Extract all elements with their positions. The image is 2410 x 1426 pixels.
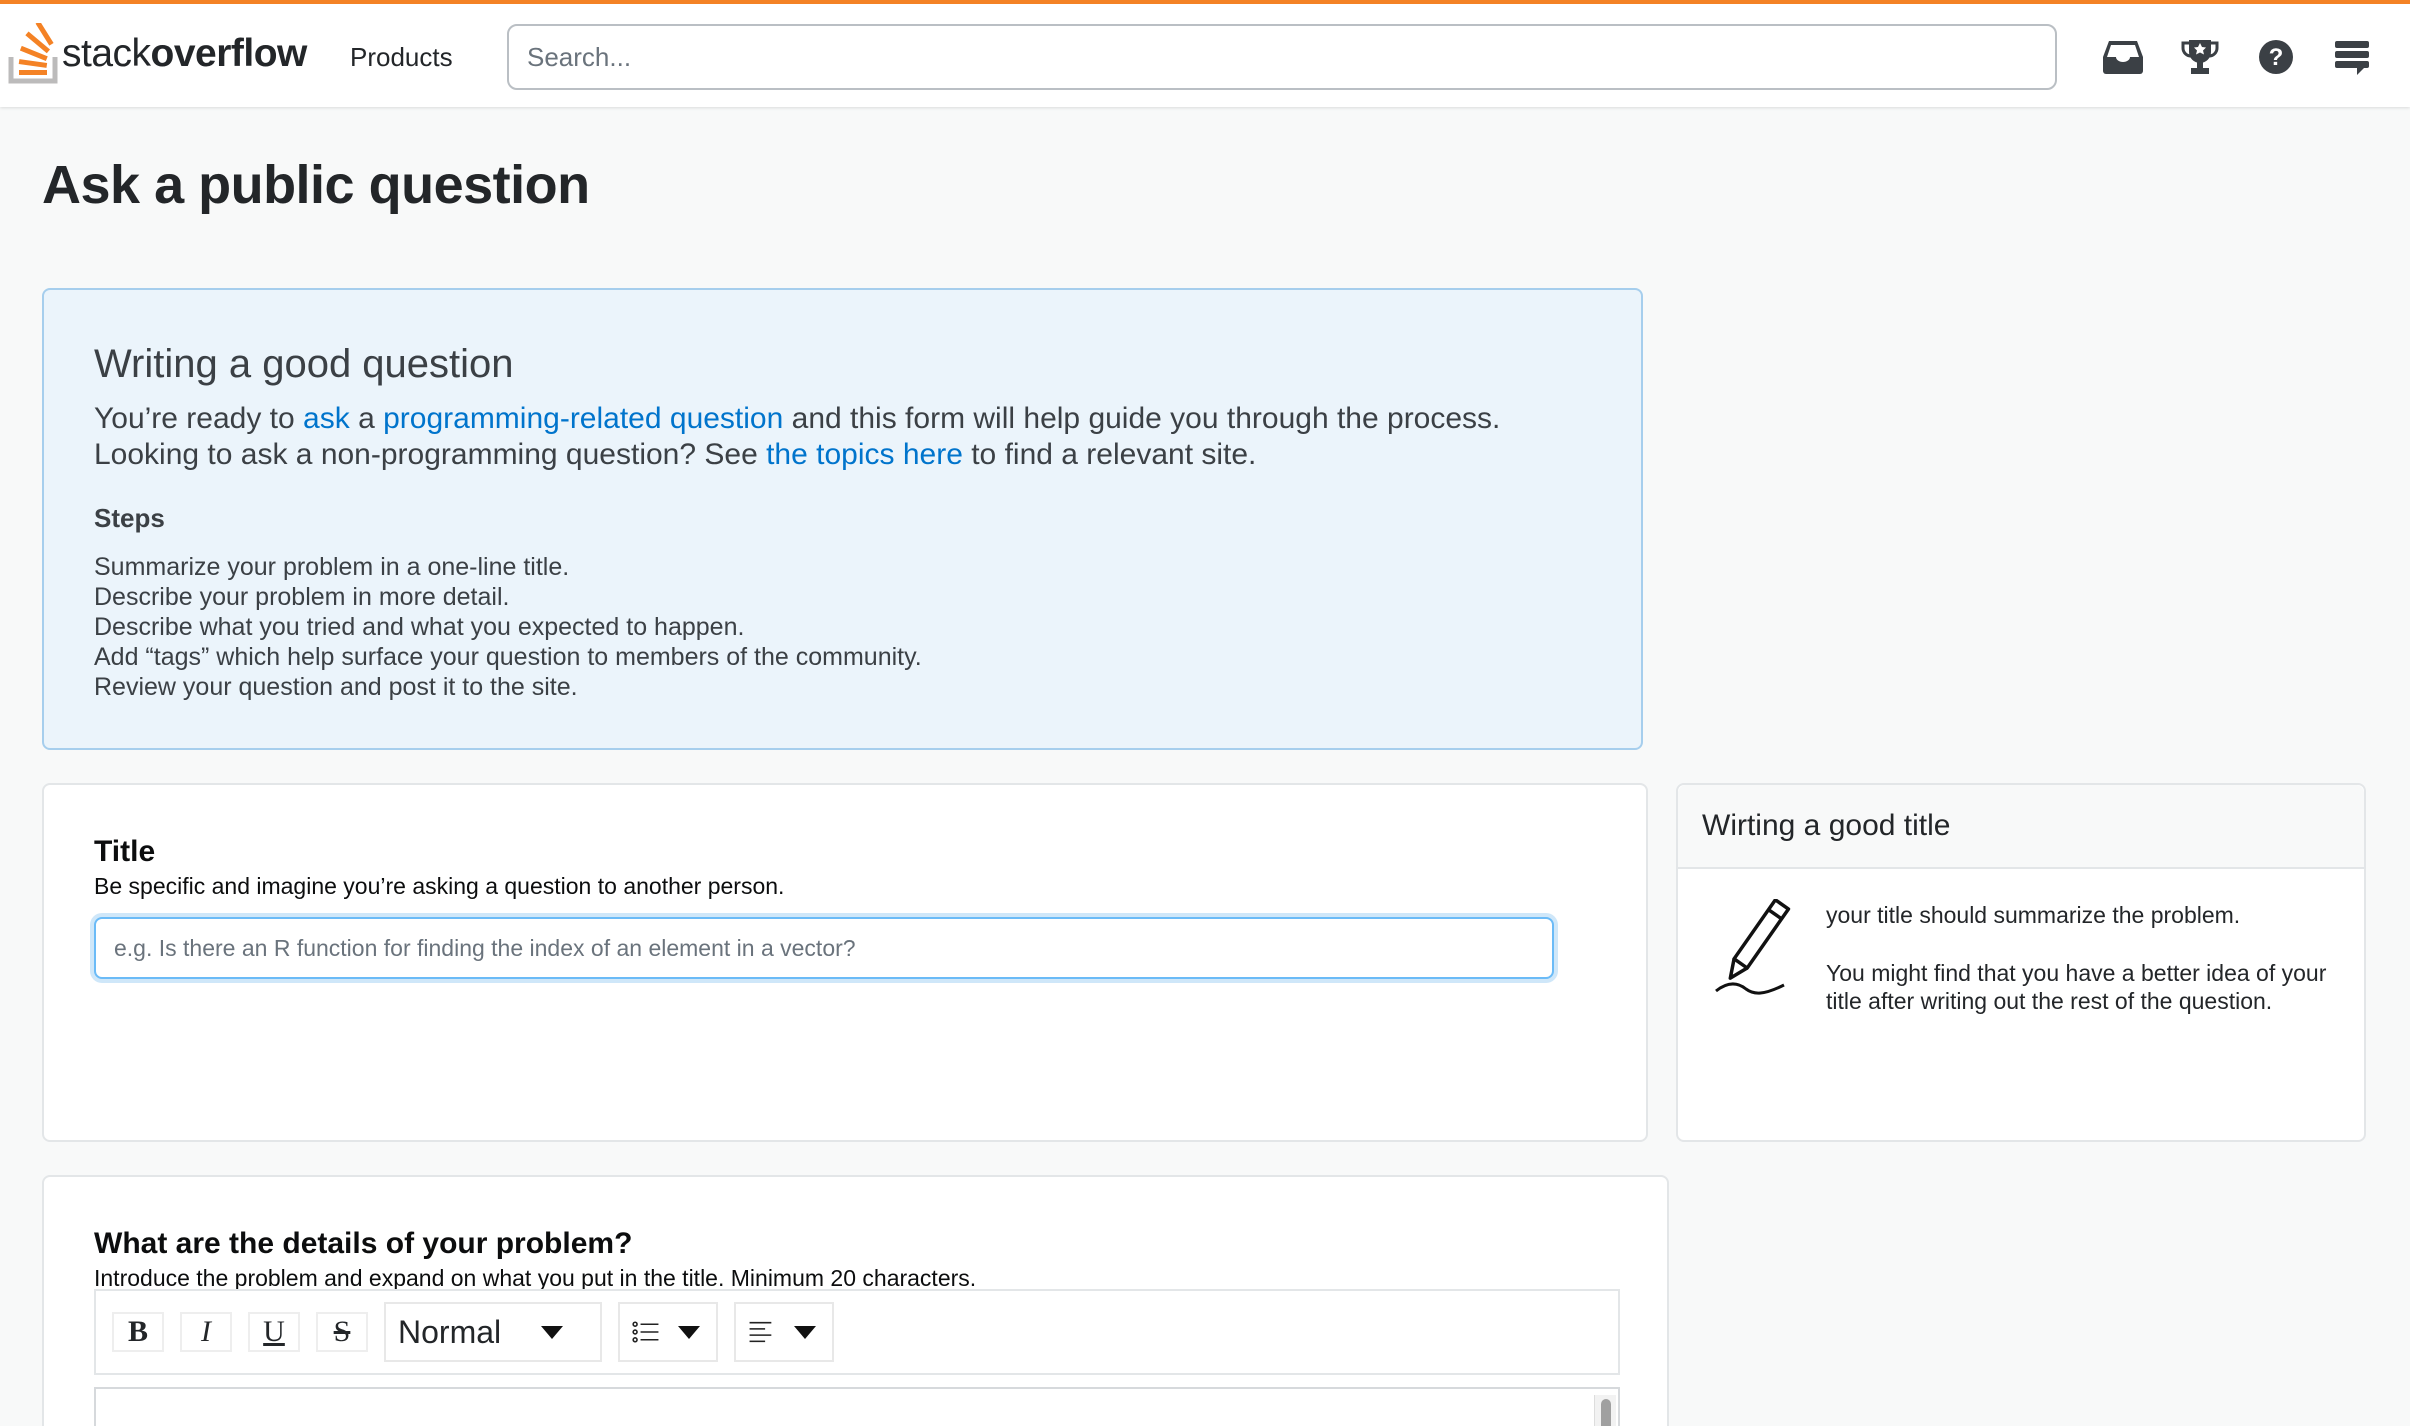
editor-scrollbar[interactable] — [1594, 1395, 1616, 1426]
chevron-down-icon — [541, 1325, 564, 1339]
title-input[interactable] — [94, 917, 1554, 979]
bold-button[interactable]: B — [112, 1312, 164, 1352]
site-logo[interactable]: stackoverflow — [8, 22, 307, 86]
step-item: Describe what you tried and what you exp… — [94, 613, 745, 641]
text-format-select[interactable]: Normal — [384, 1302, 602, 1362]
stack-overflow-logo-icon — [8, 23, 58, 84]
ask-link[interactable]: ask — [303, 402, 350, 435]
notice-line-2: Looking to ask a non-programming questio… — [94, 438, 1257, 471]
title-label: Title — [94, 835, 156, 868]
inbox-icon[interactable] — [2100, 34, 2146, 80]
list-style-select[interactable] — [618, 1302, 718, 1362]
chevron-down-icon — [794, 1325, 816, 1339]
step-item: Add “tags” which help surface your quest… — [94, 643, 922, 671]
pencil-icon — [1715, 899, 1791, 995]
help-icon[interactable]: ? — [2253, 34, 2299, 80]
title-section: Title Be specific and imagine you’re ask… — [42, 783, 1648, 1142]
chevron-down-icon — [678, 1325, 700, 1339]
align-left-icon — [749, 1321, 772, 1343]
site-switcher-icon[interactable] — [2329, 34, 2375, 80]
step-item: Describe your problem in more detail. — [94, 583, 510, 611]
scrollbar-thumb[interactable] — [1601, 1399, 1611, 1426]
details-editor[interactable] — [94, 1387, 1620, 1426]
details-description: Introduce the problem and expand on what… — [94, 1265, 977, 1291]
editor-toolbar: B I U S Normal — [94, 1289, 1620, 1375]
programming-question-link[interactable]: programming-related question — [383, 402, 783, 435]
writing-guide-notice: Writing a good question You’re ready to … — [42, 288, 1643, 750]
top-bar: stackoverflow Products ? — [0, 0, 2410, 107]
search-input[interactable] — [507, 24, 2057, 90]
topics-link[interactable]: the topics here — [766, 438, 963, 471]
achievements-icon[interactable] — [2177, 34, 2223, 80]
step-item: Review your question and post it to the … — [94, 673, 578, 701]
products-menu[interactable]: Products — [350, 42, 453, 73]
step-item: Summarize your problem in a one-line tit… — [94, 553, 570, 581]
details-section: What are the details of your problem? In… — [42, 1175, 1669, 1426]
title-description: Be specific and imagine you’re asking a … — [94, 873, 785, 899]
guidance-body: your title should summarize the problem.… — [1678, 869, 2364, 1015]
logo-text: stackoverflow — [62, 32, 307, 75]
details-label: What are the details of your problem? — [94, 1227, 633, 1260]
underline-button[interactable]: U — [248, 1312, 300, 1352]
guidance-text-1: your title should summarize the problem. — [1826, 902, 2241, 928]
alignment-select[interactable] — [734, 1302, 834, 1362]
strikethrough-button[interactable]: S — [316, 1312, 368, 1352]
title-guidance-panel: Wirting a good title your title should s… — [1676, 783, 2366, 1142]
italic-button[interactable]: I — [180, 1312, 232, 1352]
text-format-value: Normal — [398, 1313, 502, 1350]
bulleted-list-icon — [632, 1321, 659, 1343]
guidance-heading: Wirting a good title — [1678, 785, 2364, 869]
steps-list: Summarize your problem in a one-line tit… — [94, 552, 1591, 702]
page-title: Ask a public question — [42, 155, 590, 215]
guidance-text-2: You might find that you have a better id… — [1826, 960, 2327, 1014]
svg-text:?: ? — [2269, 44, 2284, 71]
notice-heading: Writing a good question — [94, 342, 514, 386]
notice-line-1: You’re ready to ask a programming-relate… — [94, 402, 1501, 435]
steps-heading: Steps — [94, 503, 165, 533]
